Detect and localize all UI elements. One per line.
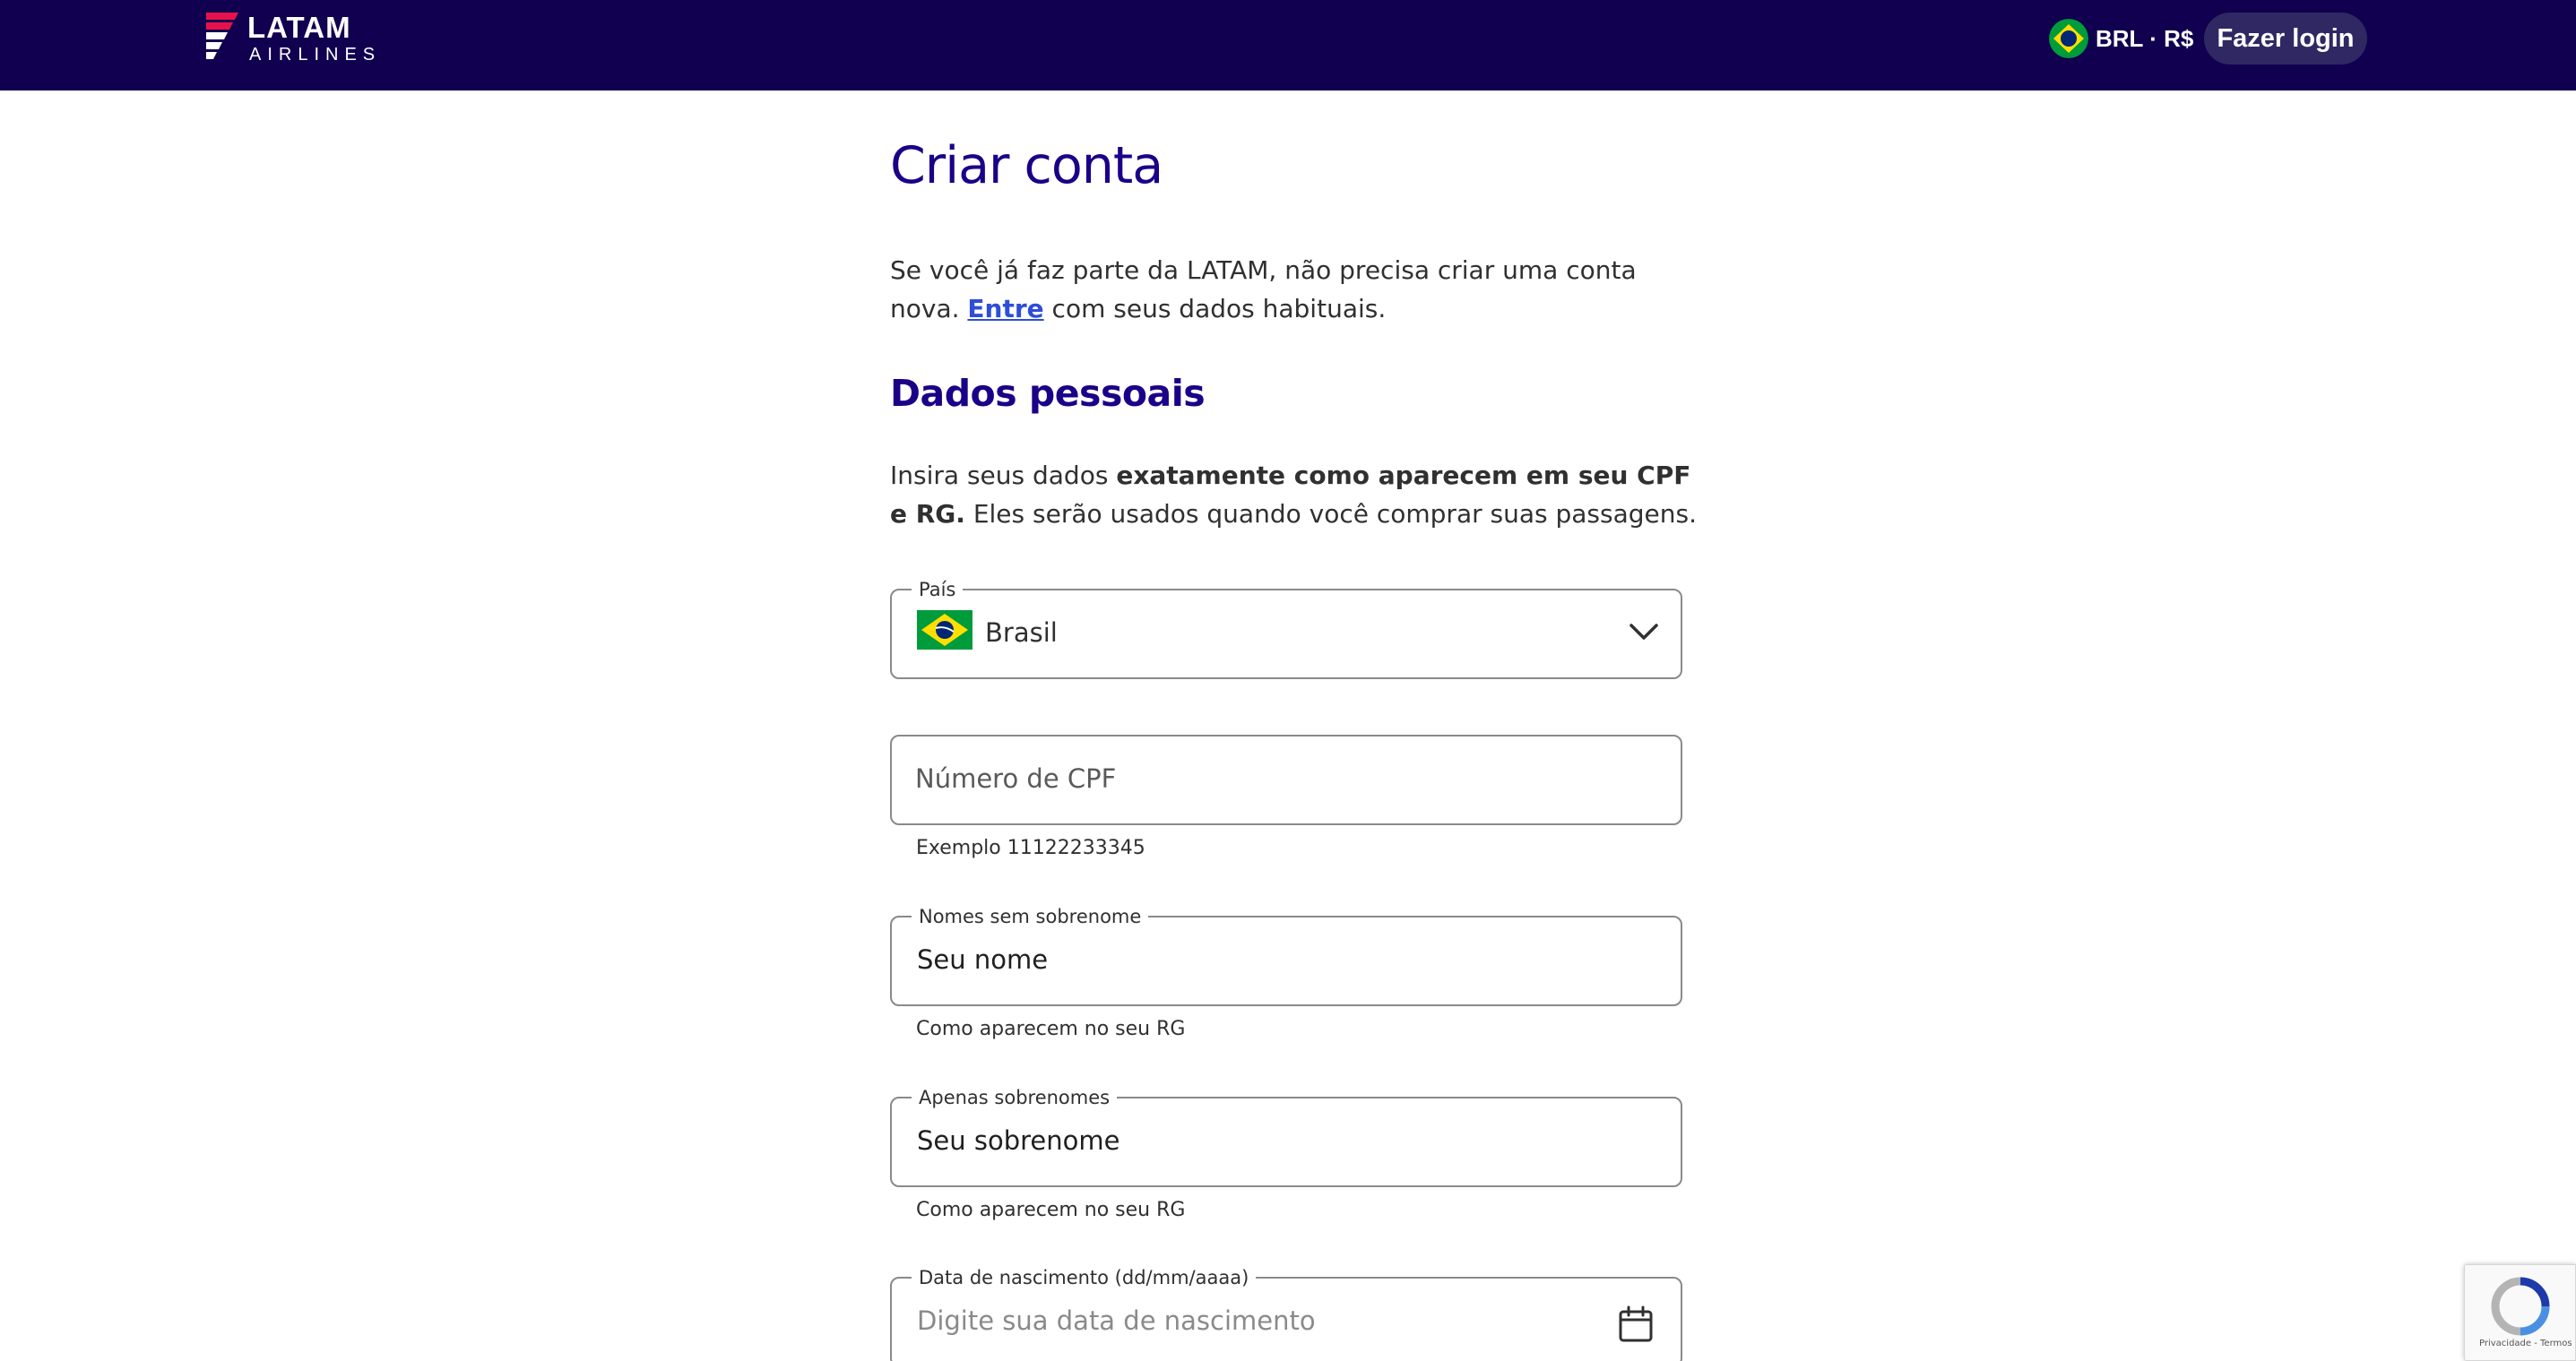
logo-wordmark: LATAM <box>247 11 351 44</box>
latam-logo-mark-icon <box>206 13 238 59</box>
signin-link[interactable]: Entre <box>967 294 1043 323</box>
recaptcha-icon <box>2491 1277 2550 1336</box>
cpf-placeholder: Número de CPF <box>915 763 1117 794</box>
first-name-value: Seu nome <box>917 944 1049 975</box>
cpf-input[interactable]: Número de CPF <box>890 735 1682 825</box>
country-value: Brasil <box>985 617 1058 648</box>
birth-date-input[interactable]: Data de nascimento (dd/mm/aaaa) Digite s… <box>890 1266 1682 1361</box>
login-button[interactable]: Fazer login <box>2204 13 2367 65</box>
chevron-down-icon[interactable] <box>1629 621 1659 642</box>
recaptcha-links[interactable]: Privacidade - Termos <box>2479 1339 2572 1348</box>
last-name-input[interactable]: Apenas sobrenomes Seu sobrenome <box>890 1086 1682 1187</box>
page-title: Criar conta <box>890 136 1163 195</box>
birth-date-placeholder: Digite sua data de nascimento <box>917 1305 1316 1336</box>
section-title-personal-data: Dados pessoais <box>890 372 1206 415</box>
last-name-label: Apenas sobrenomes <box>912 1086 1118 1109</box>
brazil-flag-icon <box>2049 19 2088 58</box>
country-label: País <box>912 578 964 601</box>
intro-text-after: com seus dados habituais. <box>1043 294 1387 323</box>
top-navigation-bar: LATAM AIRLINES BRL · R$ Fazer login <box>0 0 2576 90</box>
personal-data-description: Insira seus dados exatamente como aparec… <box>890 456 1697 533</box>
description-before: Insira seus dados <box>890 461 1117 490</box>
currency-selector[interactable]: BRL · R$ <box>2049 18 2193 59</box>
latam-logo[interactable]: LATAM AIRLINES <box>203 9 382 65</box>
brazil-flag-icon <box>917 610 972 650</box>
first-name-input[interactable]: Nomes sem sobrenome Seu nome <box>890 905 1682 1006</box>
last-name-helper-text: Como aparecem no seu RG <box>916 1199 1186 1221</box>
country-select[interactable]: País Brasil <box>890 578 1682 679</box>
calendar-icon[interactable] <box>1618 1305 1654 1343</box>
intro-text: Se você já faz parte da LATAM, não preci… <box>890 251 1697 328</box>
recaptcha-badge[interactable]: Privacidade - Termos <box>2464 1264 2576 1361</box>
cpf-helper-text: Exemplo 11122233345 <box>916 837 1145 859</box>
birth-date-label: Data de nascimento (dd/mm/aaaa) <box>912 1266 1257 1289</box>
first-name-label: Nomes sem sobrenome <box>912 905 1149 928</box>
first-name-helper-text: Como aparecem no seu RG <box>916 1018 1186 1040</box>
last-name-value: Seu sobrenome <box>917 1125 1120 1156</box>
logo-subtitle: AIRLINES <box>249 45 382 65</box>
description-after: Eles serão usados quando você comprar su… <box>964 499 1697 529</box>
currency-label: BRL · R$ <box>2096 24 2194 52</box>
